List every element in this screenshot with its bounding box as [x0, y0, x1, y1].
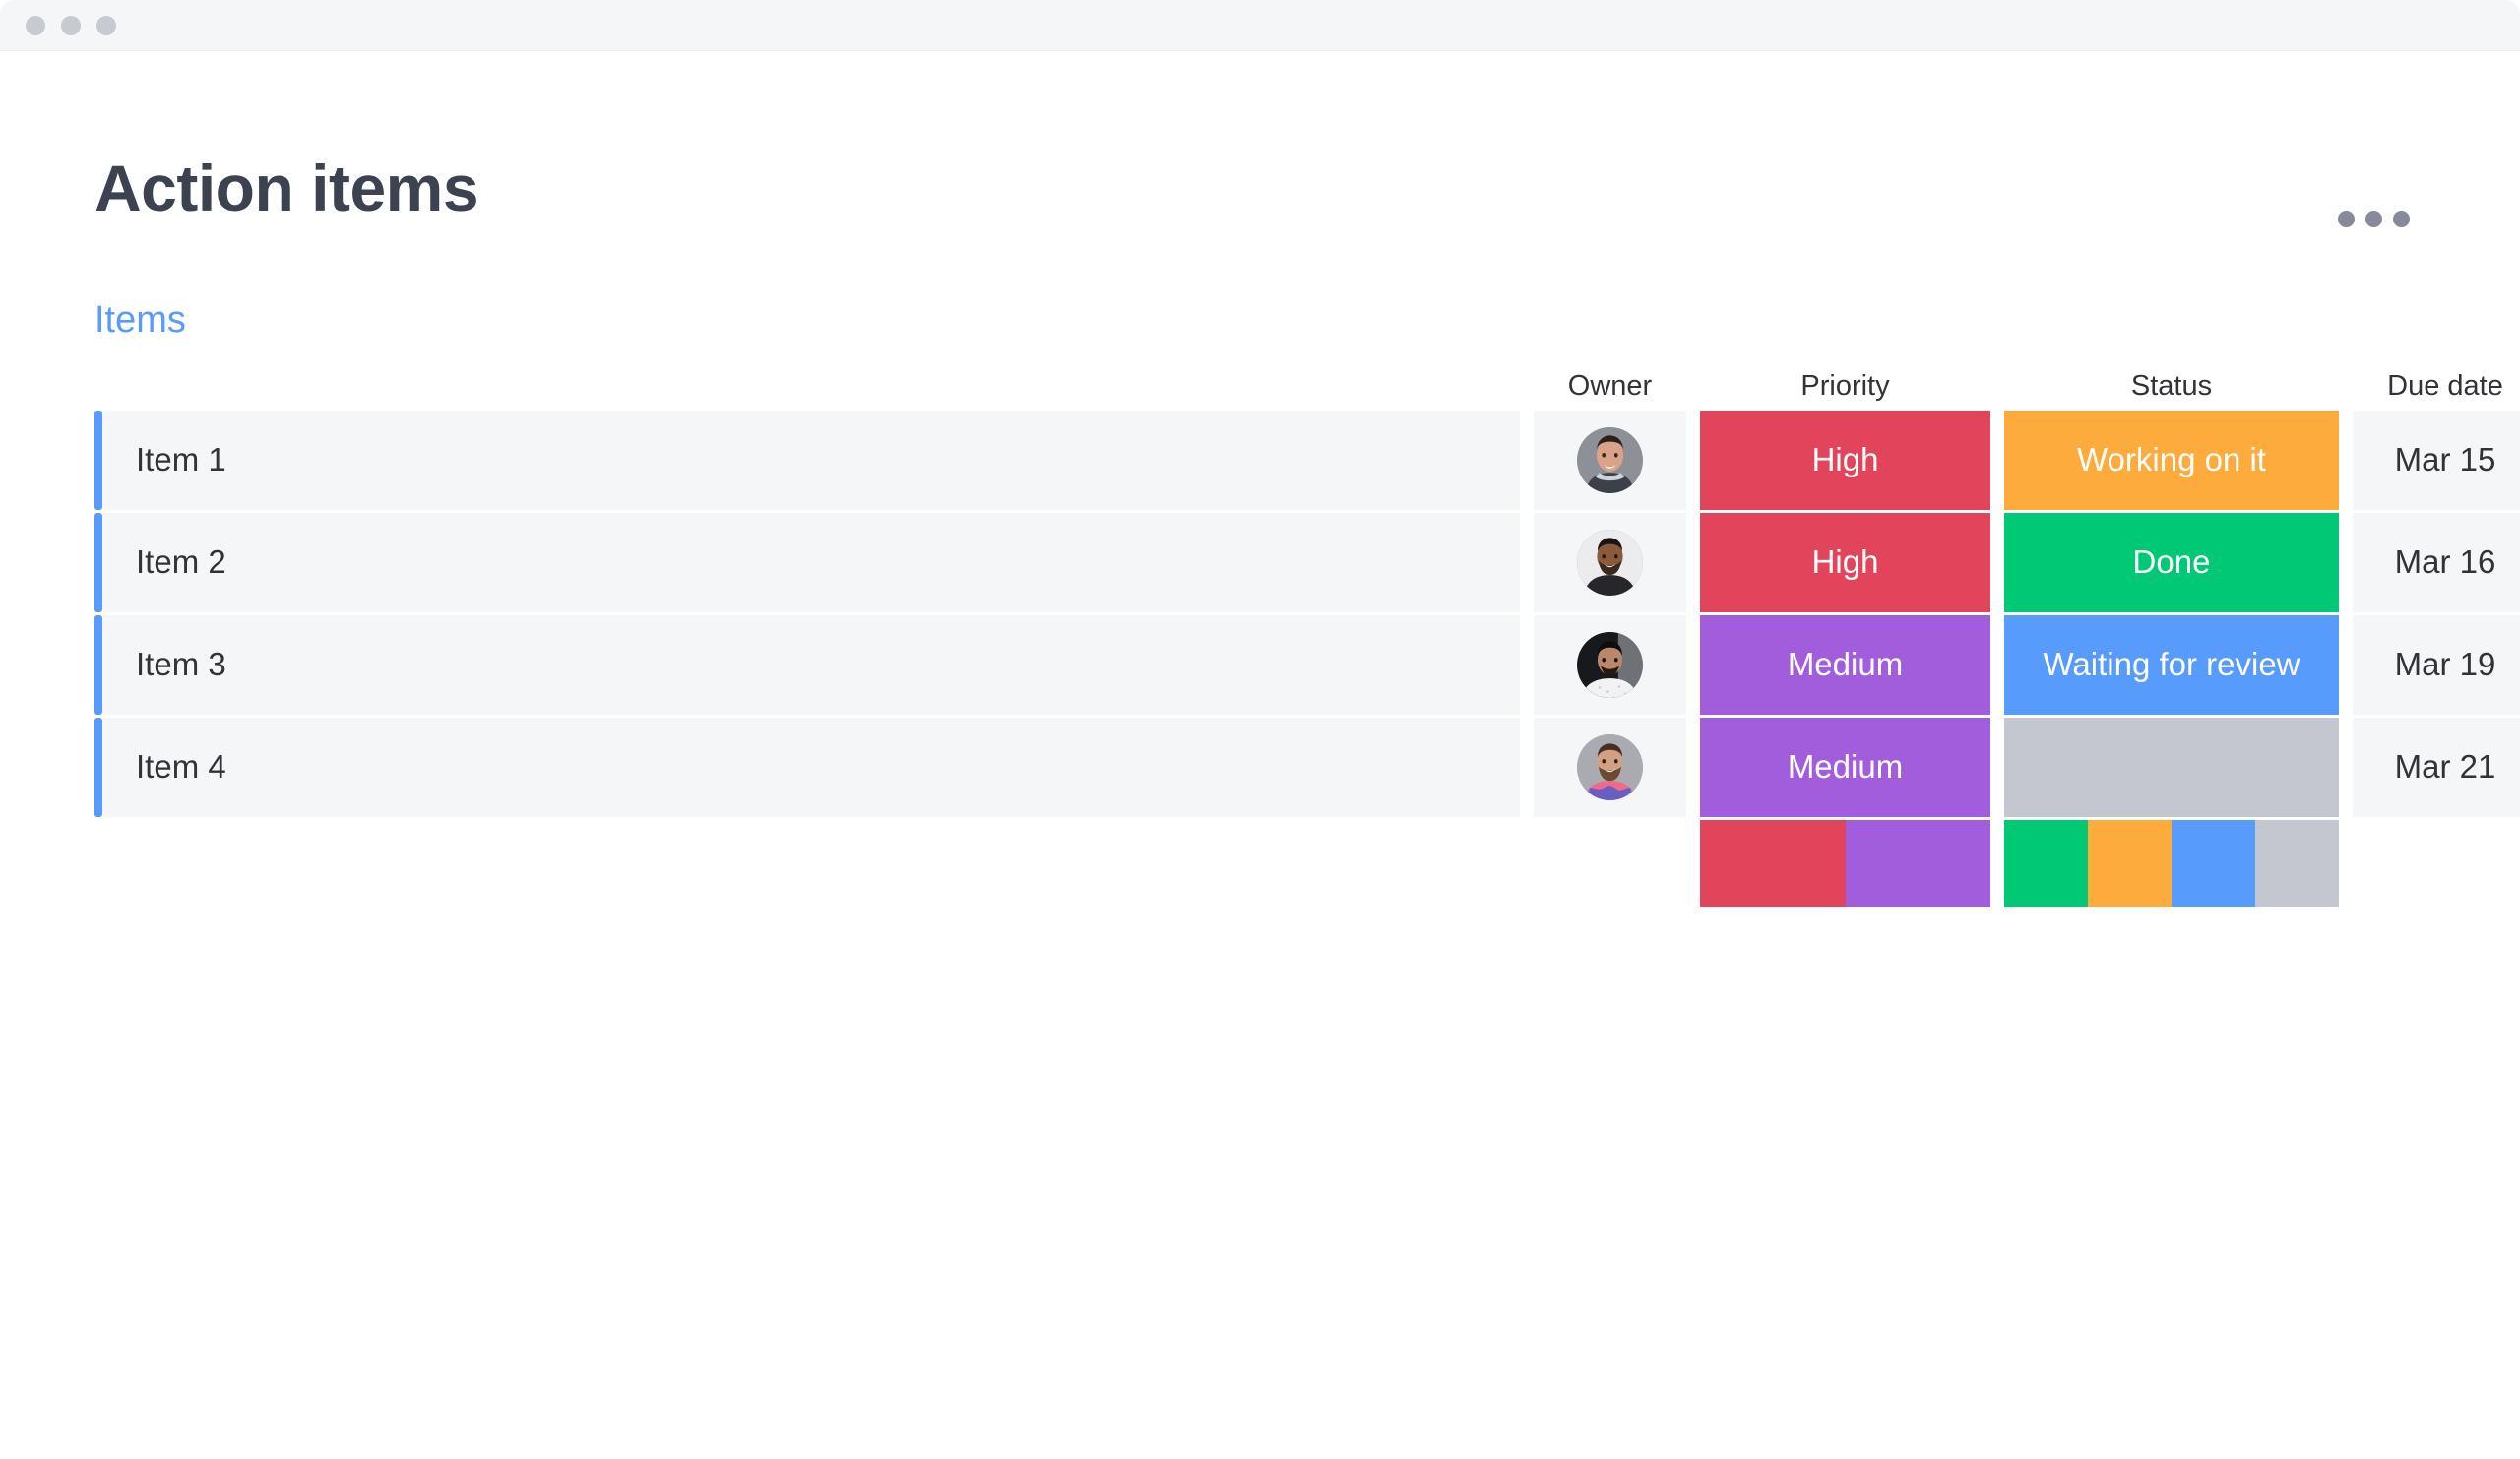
header-gap — [1520, 363, 1534, 411]
window-titlebar — [0, 0, 2520, 51]
battery-segment — [2088, 819, 2172, 907]
group-header: Items — [94, 299, 2426, 342]
due-date-value[interactable]: Mar 21 — [2353, 717, 2520, 817]
item-name[interactable]: Item 3 — [136, 646, 226, 683]
status-summary-battery[interactable] — [2004, 819, 2339, 907]
header-accent-spacer — [94, 363, 102, 411]
status-label[interactable]: Done — [2004, 512, 2339, 612]
avatar-person-2-icon — [1577, 529, 1643, 596]
status-label[interactable] — [2004, 717, 2339, 817]
priority-label[interactable]: High — [1700, 410, 1990, 510]
table-row[interactable]: Item 3 Medium Waiting for review Mar 19 — [94, 614, 2520, 715]
avatar-person-1-icon — [1577, 426, 1643, 493]
status-label[interactable]: Working on it — [2004, 410, 2339, 510]
page-content: Action items Items Owner Priority Status… — [0, 51, 2520, 907]
more-options-icon — [2338, 211, 2355, 227]
owner-cell[interactable] — [1534, 614, 1686, 715]
due-date-value[interactable]: Mar 15 — [2353, 410, 2520, 510]
more-options-icon — [2365, 211, 2382, 227]
overflow-menu-button[interactable] — [2332, 205, 2416, 233]
header-gap — [1990, 363, 2004, 411]
row-accent-bar — [94, 512, 102, 612]
item-name[interactable]: Item 1 — [136, 441, 226, 478]
row-accent-bar — [94, 717, 102, 817]
window-minimize-dot-icon[interactable] — [61, 15, 81, 35]
battery-segment — [2172, 819, 2255, 907]
due-date-value[interactable]: Mar 16 — [2353, 512, 2520, 612]
row-accent-bar — [94, 614, 102, 715]
battery-segment — [2255, 819, 2339, 907]
item-name[interactable]: Item 4 — [136, 748, 226, 786]
more-options-icon — [2393, 211, 2410, 227]
battery-segment — [2004, 819, 2088, 907]
page-title: Action items — [94, 152, 479, 224]
header-gap — [2339, 363, 2353, 411]
header-gap — [1686, 363, 1700, 411]
app-window: Action items Items Owner Priority Status… — [0, 0, 2520, 1459]
status-label[interactable]: Waiting for review — [2004, 614, 2339, 715]
window-close-dot-icon[interactable] — [26, 15, 45, 35]
priority-label[interactable]: Medium — [1700, 614, 1990, 715]
table-row[interactable]: Item 1 High Working on it Mar 15 — [94, 410, 2520, 510]
table-row[interactable]: Item 4 Medium Mar 21 — [94, 717, 2520, 817]
table-row[interactable]: Item 2 High Done Mar 16 — [94, 512, 2520, 612]
priority-label[interactable]: Medium — [1700, 717, 1990, 817]
column-header-name — [102, 363, 1520, 411]
column-header-priority[interactable]: Priority — [1700, 363, 1990, 411]
summary-row — [94, 819, 2426, 907]
row-accent-bar — [94, 410, 102, 510]
group-title[interactable]: Items — [94, 299, 186, 342]
owner-cell[interactable] — [1534, 717, 1686, 817]
board: Items Owner Priority Status Due date Ite… — [94, 299, 2520, 907]
avatar-person-3-icon — [1577, 631, 1643, 698]
window-maximize-dot-icon[interactable] — [96, 15, 116, 35]
priority-label[interactable]: High — [1700, 512, 1990, 612]
due-date-value[interactable]: Mar 19 — [2353, 614, 2520, 715]
owner-cell[interactable] — [1534, 512, 1686, 612]
column-header-status[interactable]: Status — [2004, 363, 2339, 411]
avatar-person-4-icon — [1577, 733, 1643, 800]
owner-cell[interactable] — [1534, 410, 1686, 510]
page-header: Action items — [94, 98, 2426, 233]
item-name[interactable]: Item 2 — [136, 543, 226, 581]
battery-segment — [1845, 819, 1990, 907]
battery-segment — [1700, 819, 1846, 907]
board-table: Owner Priority Status Due date Item 1 Hi… — [94, 363, 2520, 907]
column-header-owner[interactable]: Owner — [1534, 363, 1686, 411]
table-header-row: Owner Priority Status Due date — [94, 363, 2503, 411]
column-header-due-date[interactable]: Due date — [2353, 363, 2520, 411]
priority-summary-battery[interactable] — [1700, 819, 1990, 907]
